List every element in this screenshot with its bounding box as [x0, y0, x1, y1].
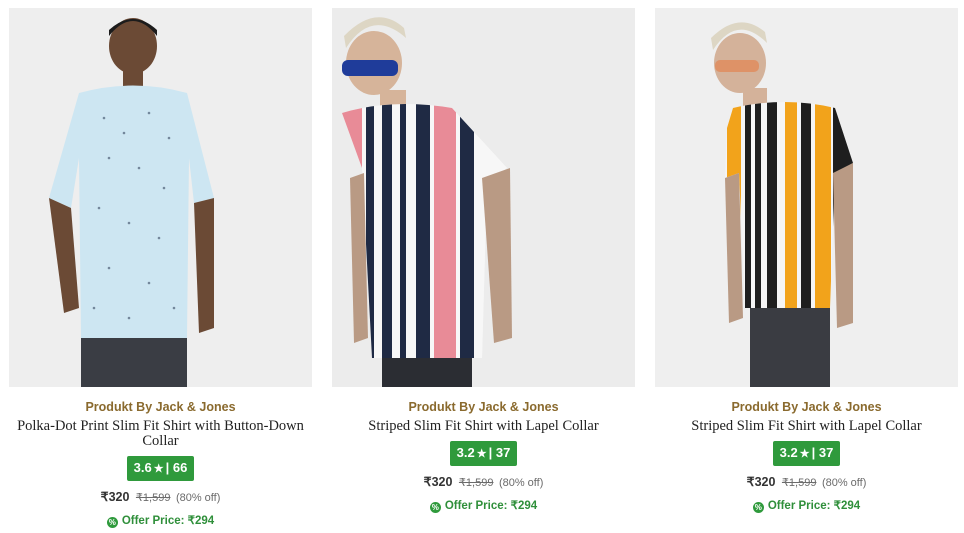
price-row: ₹320 ₹1,599 (80% off) [655, 474, 958, 491]
offer-price: % Offer Price: ₹294 [9, 514, 312, 528]
sale-price: ₹320 [746, 475, 776, 489]
price-row: ₹320 ₹1,599 (80% off) [9, 489, 312, 506]
product-image[interactable] [9, 8, 312, 387]
offer-tag-icon: % [752, 502, 764, 513]
rating-value: 3.2 [456, 445, 475, 460]
offer-tag-icon: % [106, 517, 118, 528]
offer-text: Offer Price: ₹294 [767, 500, 861, 512]
star-icon: ★ [799, 448, 810, 460]
original-price: ₹1,599 [458, 477, 494, 489]
review-count: 37 [495, 445, 511, 460]
rating-value: 3.6 [133, 460, 152, 475]
offer-text: Offer Price: ₹294 [444, 500, 538, 512]
original-price: ₹1,599 [135, 492, 171, 504]
review-count: 66 [172, 460, 188, 475]
star-icon: ★ [153, 463, 164, 475]
offer-tag-icon: % [429, 502, 441, 513]
offer-text: Offer Price: ₹294 [121, 515, 215, 527]
rating-value: 3.2 [779, 445, 798, 460]
rating-badge: 3.2 ★ | 37 [449, 441, 518, 466]
rating-badge: 3.6 ★ | 66 [126, 456, 195, 481]
product-brand: Produkt By Jack & Jones [408, 400, 559, 414]
star-icon: ★ [476, 448, 487, 460]
product-title[interactable]: Striped Slim Fit Shirt with Lapel Collar [659, 419, 955, 434]
offer-price: % Offer Price: ₹294 [332, 499, 635, 513]
product-image[interactable] [332, 8, 635, 387]
product-image[interactable] [655, 8, 958, 387]
price-row: ₹320 ₹1,599 (80% off) [332, 474, 635, 491]
rating-badge: 3.2 ★ | 37 [772, 441, 841, 466]
product-card[interactable]: Produkt By Jack & Jones Striped Slim Fit… [655, 8, 958, 513]
product-brand: Produkt By Jack & Jones [731, 400, 882, 414]
original-price: ₹1,599 [781, 477, 817, 489]
review-count: 37 [818, 445, 834, 460]
sale-price: ₹320 [423, 475, 453, 489]
product-title[interactable]: Polka-Dot Print Slim Fit Shirt with Butt… [13, 419, 309, 449]
product-card[interactable]: Produkt By Jack & Jones Striped Slim Fit… [332, 8, 635, 513]
discount-label: (80% off) [821, 477, 867, 489]
discount-label: (80% off) [498, 477, 544, 489]
sale-price: ₹320 [100, 490, 130, 504]
discount-label: (80% off) [175, 492, 221, 504]
offer-price: % Offer Price: ₹294 [655, 499, 958, 513]
product-title[interactable]: Striped Slim Fit Shirt with Lapel Collar [336, 419, 632, 434]
product-card[interactable]: Produkt By Jack & Jones Polka-Dot Print … [9, 8, 312, 528]
product-grid: Produkt By Jack & Jones Polka-Dot Print … [0, 0, 964, 533]
product-brand: Produkt By Jack & Jones [85, 400, 236, 414]
